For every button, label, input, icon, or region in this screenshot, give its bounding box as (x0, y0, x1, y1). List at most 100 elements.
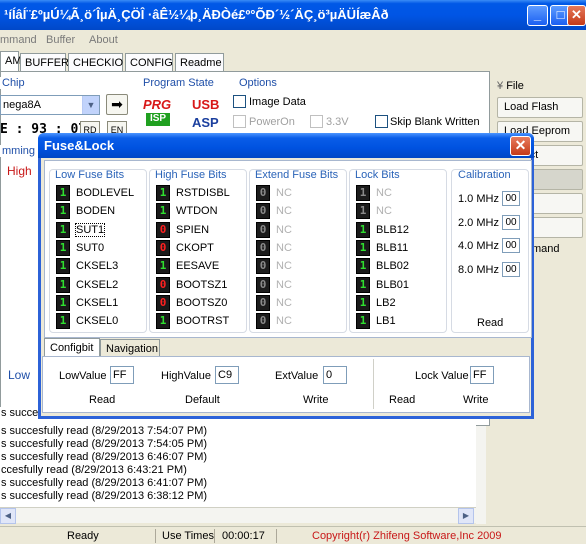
log-hscroll[interactable]: ◀ ▶ (0, 507, 476, 524)
fuse-bit-row[interactable]: 1 CKSEL3 (56, 258, 146, 275)
calibration-value[interactable]: 00 (502, 261, 520, 277)
fuse-bit-row[interactable]: 1 BODEN (56, 203, 146, 220)
dialog-close-button[interactable]: ✕ (510, 136, 531, 156)
fuse-bit-row[interactable]: 1 CKSEL1 (56, 294, 146, 312)
skip-blank-checkbox[interactable] (375, 115, 388, 128)
arrow-right-button[interactable]: ➡ (106, 94, 128, 115)
fuse-bit-row[interactable]: 1 SUT0 (56, 239, 146, 257)
lock-value-field[interactable]: FF (470, 366, 494, 384)
tab-buffer[interactable]: BUFFER (20, 53, 69, 71)
fuse-bit-row[interactable]: 0 NC (256, 294, 346, 312)
bit-value-toggle[interactable]: 1 (56, 294, 70, 311)
bit-value-toggle[interactable]: 0 (256, 203, 270, 220)
bit-value-toggle[interactable]: 1 (156, 203, 170, 220)
image-data-checkbox[interactable] (233, 95, 246, 108)
fuse-bit-row[interactable]: 0 NC (256, 313, 346, 330)
bit-value-toggle[interactable]: 0 (156, 276, 170, 293)
bit-value-toggle[interactable]: 1 (56, 313, 70, 330)
bit-value-toggle[interactable]: 1 (356, 294, 370, 311)
bit-value-toggle[interactable]: 1 (356, 313, 370, 330)
bit-value-toggle[interactable]: 0 (256, 313, 270, 330)
tab-navigation[interactable]: Navigation (100, 339, 160, 357)
bit-value-toggle[interactable]: 1 (156, 185, 170, 201)
bit-value-toggle[interactable]: 1 (56, 258, 70, 275)
bit-value-toggle[interactable]: 0 (256, 239, 270, 256)
bit-value-toggle[interactable]: 0 (156, 294, 170, 311)
bit-value-toggle[interactable]: 0 (256, 185, 270, 201)
bit-value-toggle[interactable]: 1 (356, 221, 370, 238)
bit-value-toggle[interactable]: 1 (56, 239, 70, 256)
bit-value-toggle[interactable]: 1 (156, 258, 170, 275)
bit-value-toggle[interactable]: 0 (156, 221, 170, 238)
bit-value-toggle[interactable]: 0 (156, 239, 170, 256)
fuse-bit-row[interactable]: 0 SPIEN (156, 221, 246, 239)
menu-about[interactable]: About (89, 34, 118, 46)
fuse-bit-row[interactable]: 1 NC (356, 185, 446, 202)
fuse-bit-row[interactable]: 1 EESAVE (156, 258, 246, 275)
fuse-bit-row[interactable]: 1 NC (356, 203, 446, 220)
bit-value-toggle[interactable]: 0 (256, 276, 270, 293)
fuse-bit-row[interactable]: 0 CKOPT (156, 239, 246, 257)
fuse-bit-row[interactable]: 0 BOOTSZ0 (156, 294, 246, 312)
calibration-value[interactable]: 00 (502, 238, 520, 253)
tab-checkio[interactable]: CHECKIO (68, 53, 123, 71)
write-button[interactable]: Write (303, 394, 328, 406)
fuse-bit-row[interactable]: 1 WTDON (156, 203, 246, 220)
fuse-bit-row[interactable]: 0 NC (256, 221, 346, 239)
fuse-bit-row[interactable]: 1 LB2 (356, 294, 446, 312)
close-button[interactable]: ✕ (567, 5, 586, 26)
bit-value-toggle[interactable]: 1 (56, 185, 70, 201)
fuse-bit-row[interactable]: 1 BOOTRST (156, 313, 246, 330)
bit-value-toggle[interactable]: 0 (256, 258, 270, 275)
bit-value-toggle[interactable]: 1 (356, 203, 370, 220)
fuse-bit-row[interactable]: 1 CKSEL0 (56, 313, 146, 330)
calibration-value[interactable]: 00 (502, 214, 520, 230)
calibration-value[interactable]: 00 (502, 191, 520, 206)
scroll-left-icon[interactable]: ◀ (0, 508, 16, 524)
log-vscroll[interactable] (476, 426, 486, 524)
load-flash-button[interactable]: Load Flash (497, 97, 583, 118)
chip-select[interactable]: nega8A ▼ (0, 95, 100, 115)
fuse-bit-row[interactable]: 0 NC (256, 239, 346, 257)
bit-value-toggle[interactable]: 1 (156, 313, 170, 330)
minimize-button[interactable]: _ (527, 5, 548, 26)
bit-value-toggle[interactable]: 1 (56, 221, 70, 238)
tab-config[interactable]: CONFIG (125, 53, 173, 71)
fuse-bit-row[interactable]: 0 NC (256, 185, 346, 202)
ext-value-field[interactable]: 0 (323, 366, 347, 384)
fuse-bit-row[interactable]: 0 NC (256, 258, 346, 275)
fuse-bit-row[interactable]: 1 BLB12 (356, 221, 446, 239)
bit-value-toggle[interactable]: 1 (356, 239, 370, 256)
fuse-bit-row[interactable]: 1 LB1 (356, 313, 446, 330)
fuse-bit-row[interactable]: 0 NC (256, 276, 346, 294)
lock-read-button[interactable]: Read (389, 394, 415, 406)
menu-buffer[interactable]: Buffer (46, 34, 75, 46)
scroll-right-icon[interactable]: ▶ (458, 508, 474, 524)
high-value-field[interactable]: C9 (215, 366, 239, 384)
lock-write-button[interactable]: Write (463, 394, 488, 406)
fuse-bit-row[interactable]: 0 BOOTSZ1 (156, 276, 246, 294)
tab-configbit[interactable]: Configbit (44, 338, 100, 358)
read-button[interactable]: Read (89, 394, 115, 406)
fuse-bit-row[interactable]: 1 RSTDISBL (156, 185, 246, 202)
low-value-field[interactable]: FF (110, 366, 134, 384)
fuse-bit-row[interactable]: 0 NC (256, 203, 346, 220)
fuse-bit-row[interactable]: 1 BLB01 (356, 276, 446, 294)
bit-value-toggle[interactable]: 1 (356, 258, 370, 275)
bit-value-toggle[interactable]: 0 (256, 221, 270, 238)
default-button[interactable]: Default (185, 394, 220, 406)
fuse-bit-row[interactable]: 1 SUT1 (56, 221, 146, 239)
menu-command[interactable]: mmand (0, 34, 37, 46)
bit-value-toggle[interactable]: 1 (356, 276, 370, 293)
fuse-bit-row[interactable]: 1 BODLEVEL (56, 185, 146, 202)
fuse-bit-row[interactable]: 1 BLB11 (356, 239, 446, 257)
tab-readme[interactable]: Readme (175, 53, 224, 71)
bit-value-toggle[interactable]: 0 (256, 294, 270, 311)
tab-program[interactable]: AM (0, 51, 22, 72)
fuse-bit-row[interactable]: 1 CKSEL2 (56, 276, 146, 294)
calibration-read-button[interactable]: Read (477, 317, 503, 329)
bit-value-toggle[interactable]: 1 (356, 185, 370, 201)
bit-value-toggle[interactable]: 1 (56, 276, 70, 293)
fuse-bit-row[interactable]: 1 BLB02 (356, 258, 446, 275)
bit-value-toggle[interactable]: 1 (56, 203, 70, 220)
